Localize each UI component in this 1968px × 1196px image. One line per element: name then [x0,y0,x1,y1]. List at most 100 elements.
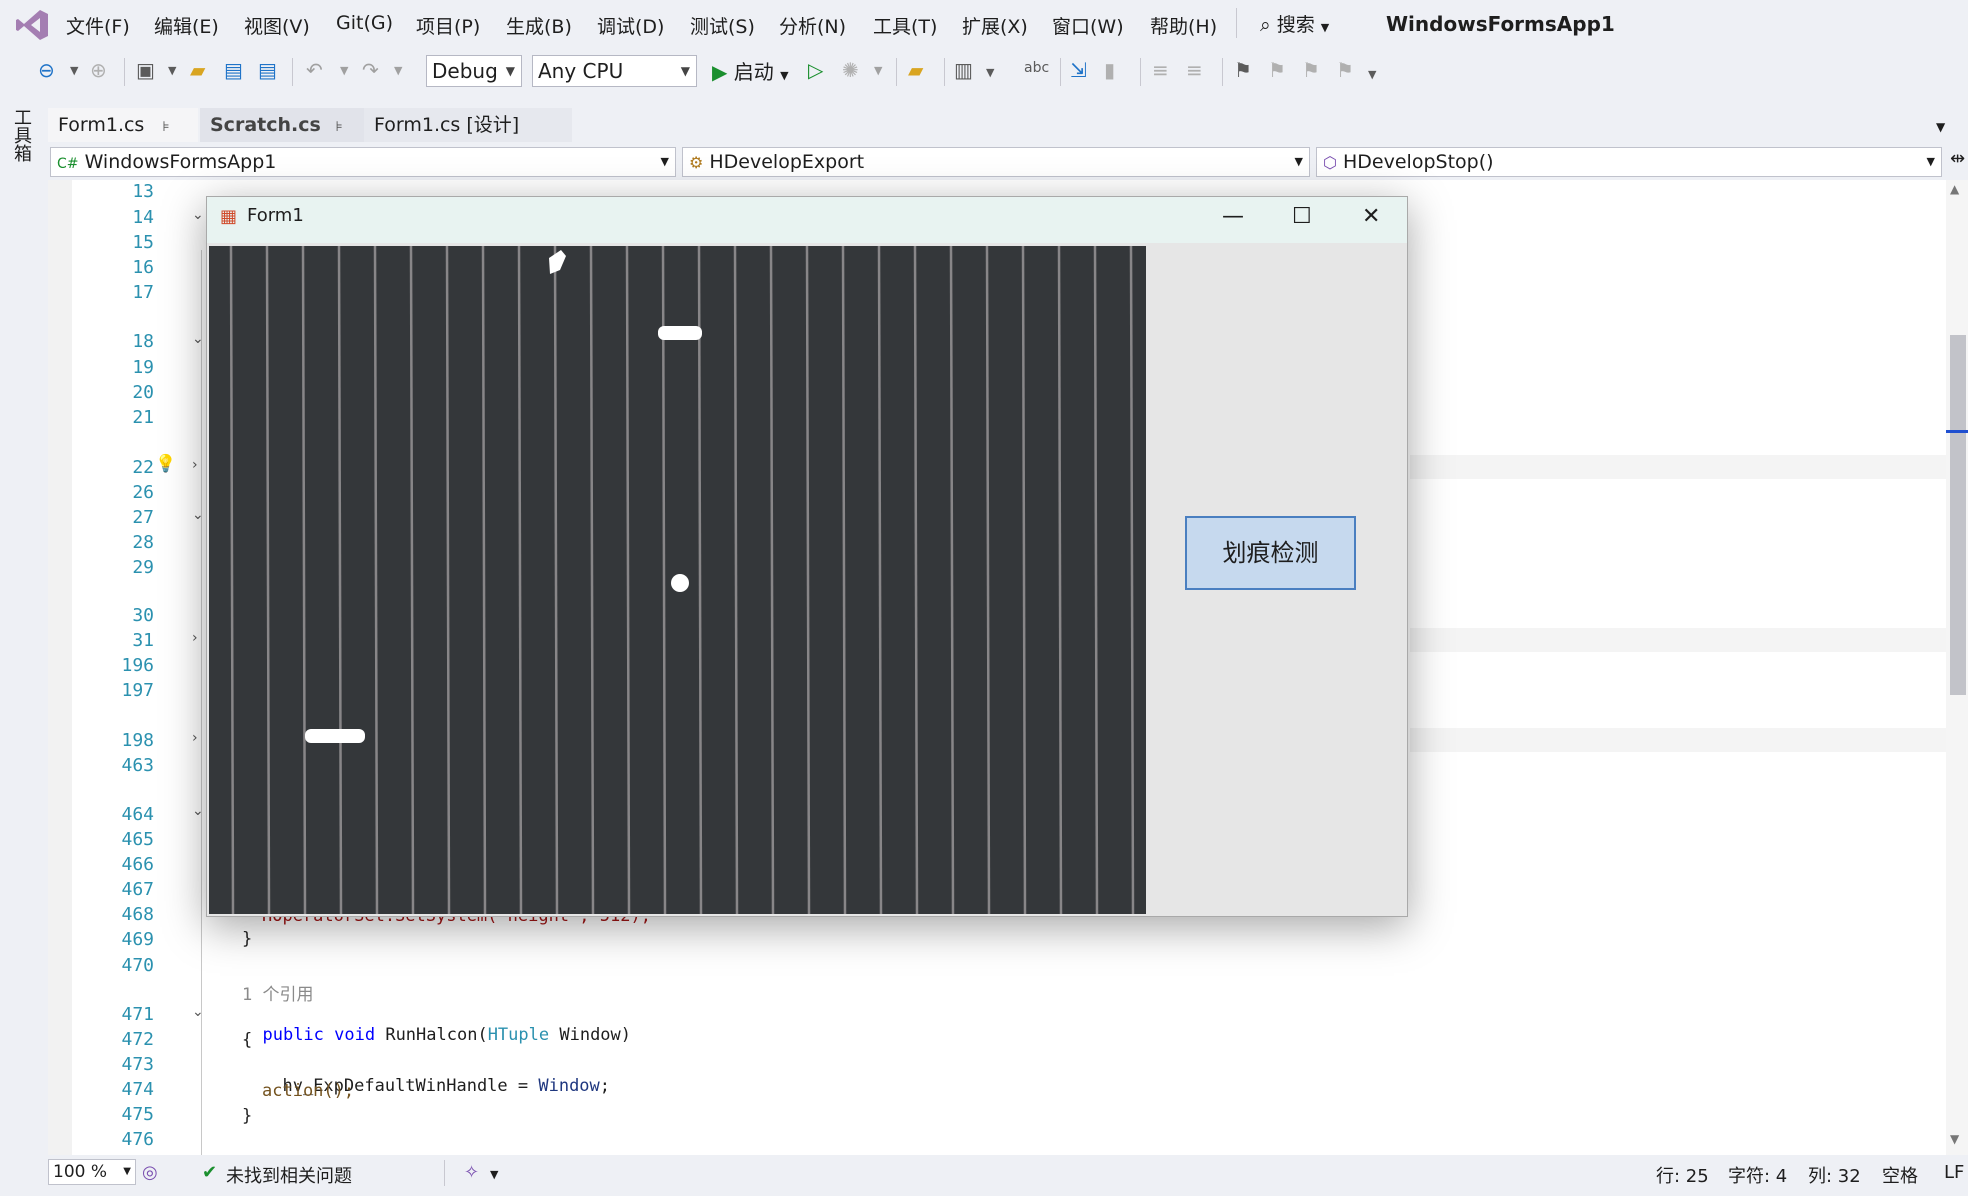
menu-item[interactable]: 文件(F) [66,12,130,39]
save-icon[interactable]: ▤ [224,58,243,82]
clear-bookmarks-icon[interactable]: ⚑ [1336,58,1354,82]
line-number: 196 [121,655,154,676]
line-number: 29 [132,557,154,578]
next-bookmark-icon[interactable]: ⚑ [1302,58,1320,82]
scroll-down-icon[interactable]: ▼ [1950,1132,1959,1146]
toolbar-overflow-icon[interactable]: ▼ [1368,68,1376,81]
search-box[interactable]: ⌕ 搜索 ▼ [1260,10,1329,37]
menu-item[interactable]: 帮助(H) [1150,12,1217,39]
collapse-icon[interactable]: ⌄ [192,1004,204,1020]
csharp-project-icon: C# [57,156,79,172]
expand-icon[interactable]: › [192,730,198,746]
line-number: 471 [121,1004,154,1025]
configuration-value: Debug [432,59,498,83]
collapse-icon[interactable]: ⌄ [192,507,204,523]
previous-bookmark-icon[interactable]: ⚑ [1268,58,1286,82]
menu-item[interactable]: 生成(B) [506,12,572,39]
hot-reload-icon[interactable]: ✺ [842,58,859,82]
window-layout-icon[interactable]: ▥ [954,58,973,82]
chevron-down-icon: ▼ [680,64,690,78]
menu-item[interactable]: 调试(D) [597,12,664,39]
start-button[interactable]: ▶ 启动 ▼ [712,56,789,85]
chevron-down-icon[interactable]: ▼ [490,1168,498,1181]
issues-status[interactable]: 未找到相关问题 [226,1162,352,1188]
code-cleanup-icon[interactable]: ✧ [464,1162,479,1183]
line-ending-indicator[interactable]: LF [1944,1162,1964,1183]
toolbar [0,50,1968,92]
code-method-name: RunHalcon( [385,1025,488,1045]
collapse-icon[interactable]: ⌄ [192,803,204,819]
defect-blob [305,729,365,743]
halcon-image-window[interactable] [209,246,1146,914]
redo-dropdown-icon[interactable]: ▼ [394,64,402,77]
navigate-forward-icon[interactable]: ⊕ [90,58,107,82]
start-without-debug-icon[interactable]: ▷ [808,58,823,82]
copilot-icon[interactable]: ◎ [142,1162,158,1183]
collapse-icon[interactable]: ⌄ [192,331,204,347]
close-icon[interactable]: ✕ [1362,204,1380,229]
toolbar-separator [292,58,293,86]
toolbox-tab[interactable]: 工具箱 [11,108,34,162]
reference-count-link[interactable]: 1 个引用 [242,980,313,1005]
class-nav-select[interactable]: ⚙ HDevelopExport ▼ [682,147,1310,177]
configuration-select[interactable]: Debug ▼ [426,55,522,87]
new-project-icon[interactable]: ▣ [136,58,155,82]
tab-form1-designer[interactable]: Form1.cs [设计] [364,108,572,142]
char-indicator[interactable]: 字符: 4 [1728,1162,1787,1188]
caret-position-marker [1946,430,1968,433]
back-dropdown-icon[interactable]: ▼ [70,64,78,77]
undo-icon[interactable]: ↶ [306,58,323,82]
menu-item[interactable]: 项目(P) [416,12,480,39]
line-number: 20 [132,382,154,403]
menu-item[interactable]: 测试(S) [690,12,755,39]
line-indicator[interactable]: 行: 25 [1656,1162,1709,1188]
tab-form1-cs[interactable]: Form1.cs ⊧ [48,108,198,142]
split-editor-icon[interactable]: ⇹ [1950,148,1965,169]
maximize-icon[interactable]: ☐ [1292,204,1312,229]
solution-explorer-icon[interactable]: ▰ [908,58,923,82]
menu-item[interactable]: 分析(N) [779,12,846,39]
expand-icon[interactable]: › [192,457,198,473]
tab-list-dropdown-icon[interactable]: ▼ [1936,120,1945,134]
indent-icon[interactable]: ≡ [1186,58,1203,82]
platform-select[interactable]: Any CPU ▼ [532,55,697,87]
code-keyword: public void [262,1025,376,1045]
menu-item[interactable]: 窗口(W) [1052,12,1124,39]
defect-blob [671,574,689,592]
collapse-icon[interactable]: ⌄ [192,207,204,223]
pin-icon[interactable]: ⊧ [162,119,169,135]
menu-item[interactable]: 工具(T) [873,12,937,39]
scrollbar-thumb[interactable] [1950,335,1966,695]
expand-icon[interactable]: › [192,630,198,646]
open-folder-icon[interactable]: ▰ [190,58,205,82]
format-icon[interactable]: ▮ [1104,58,1115,82]
redo-icon[interactable]: ↷ [362,58,379,82]
member-nav-select[interactable]: ⬡ HDevelopStop() ▼ [1316,147,1942,177]
select-pointer-icon[interactable]: ⇲ [1070,58,1087,82]
bookmark-icon[interactable]: ⚑ [1234,58,1252,82]
menu-item[interactable]: 视图(V) [244,12,310,39]
zoom-select[interactable]: 100 % ▼ [48,1159,136,1185]
new-dropdown-icon[interactable]: ▼ [168,64,176,77]
menu-item[interactable]: 编辑(E) [154,12,219,39]
menu-item[interactable]: 扩展(X) [962,12,1028,39]
pin-icon[interactable]: ⊧ [335,119,342,135]
tab-scratch-cs[interactable]: Scratch.cs ⊧ ✕ [200,108,366,171]
save-all-icon[interactable]: ▤ [258,58,277,82]
outdent-icon[interactable]: ≡ [1152,58,1169,82]
whitespace-indicator[interactable]: 空格 [1882,1162,1918,1188]
minimize-icon[interactable]: — [1222,204,1244,229]
hot-reload-dropdown-icon[interactable]: ▼ [874,64,882,77]
layout-dropdown-icon[interactable]: ▼ [986,66,994,79]
scratch-detect-button[interactable]: 划痕检测 [1185,516,1356,590]
scroll-up-icon[interactable]: ▲ [1950,182,1959,196]
project-nav-select[interactable]: C# WindowsFormsApp1 ▼ [50,147,676,177]
line-number: 465 [121,829,154,850]
lightbulb-icon[interactable]: 💡 [155,454,176,474]
code-type: HTuple [487,1025,550,1045]
spell-check-icon[interactable]: abc [1024,60,1049,76]
column-indicator[interactable]: 列: 32 [1808,1162,1861,1188]
menu-item[interactable]: Git(G) [336,12,393,34]
undo-dropdown-icon[interactable]: ▼ [340,64,348,77]
navigate-back-icon[interactable]: ⊖ [38,58,55,82]
